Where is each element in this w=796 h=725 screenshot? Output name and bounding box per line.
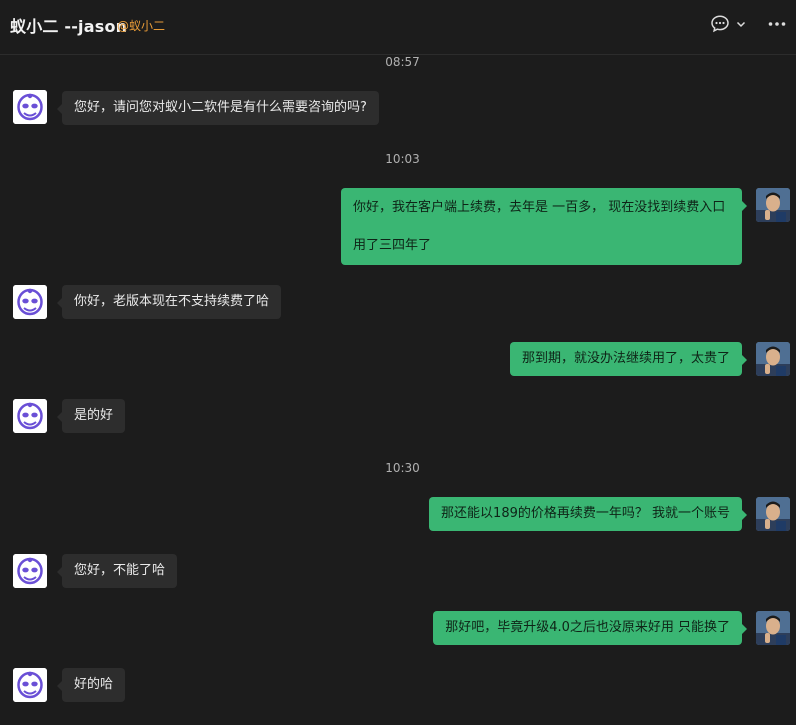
user-portrait-icon (756, 611, 790, 645)
message-text-line: 用了三四年了 (353, 238, 432, 253)
chevron-down-icon[interactable] (736, 19, 746, 29)
message-bubble-outgoing[interactable]: 那到期，就没办法继续用了，太贵了 (509, 342, 748, 376)
avatar[interactable] (756, 611, 790, 645)
avatar[interactable] (13, 554, 47, 588)
alien-logo-icon (13, 399, 47, 433)
alien-logo-icon (13, 285, 47, 319)
contact-name: 蚁小二 --jason (10, 17, 128, 36)
avatar[interactable] (13, 399, 47, 433)
alien-logo-icon (13, 554, 47, 588)
avatar[interactable] (13, 90, 47, 124)
alien-logo-icon (13, 90, 47, 124)
user-portrait-icon (756, 188, 790, 222)
message-bubble-outgoing[interactable]: 那好吧，毕竟升级4.0之后也没原来好用 只能换了 (433, 611, 747, 645)
chat-header: 蚁小二 --jason @蚁小二 (0, 0, 796, 55)
avatar[interactable] (13, 285, 47, 319)
user-portrait-icon (756, 497, 790, 531)
message-bubble-incoming[interactable]: 您好，不能了哈 (56, 554, 178, 588)
message-bubble-incoming[interactable]: 你好，老版本现在不支持续费了哈 (56, 285, 282, 319)
message-bubble-outgoing[interactable]: 你好，我在客户端上续费，去年是 一百多， 现在没找到续费入口 用了三四年了 (341, 188, 747, 265)
message-bubble-incoming[interactable]: 是的好 (56, 399, 126, 433)
header-actions (710, 12, 786, 36)
user-portrait-icon (756, 342, 790, 376)
avatar[interactable] (756, 188, 790, 222)
avatar[interactable] (756, 342, 790, 376)
message-bubble-outgoing[interactable]: 那还能以189的价格再续费一年吗？ 我就一个账号 (429, 497, 747, 531)
timestamp: 10:03 (385, 152, 420, 166)
avatar[interactable] (13, 668, 47, 702)
timestamp: 08:57 (385, 55, 420, 69)
more-icon[interactable] (768, 21, 786, 27)
chat-icon[interactable] (710, 14, 730, 34)
message-text-line: 你好，我在客户端上续费，去年是 一百多， 现在没找到续费入口 (353, 200, 726, 215)
alien-logo-icon (13, 668, 47, 702)
avatar[interactable] (756, 497, 790, 531)
message-bubble-incoming[interactable]: 您好，请问您对蚁小二软件是有什么需要咨询的吗? (57, 91, 379, 125)
timestamp: 10:30 (385, 461, 420, 475)
contact-handle: @蚁小二 (117, 19, 166, 33)
message-bubble-incoming[interactable]: 好的哈 (56, 668, 126, 702)
